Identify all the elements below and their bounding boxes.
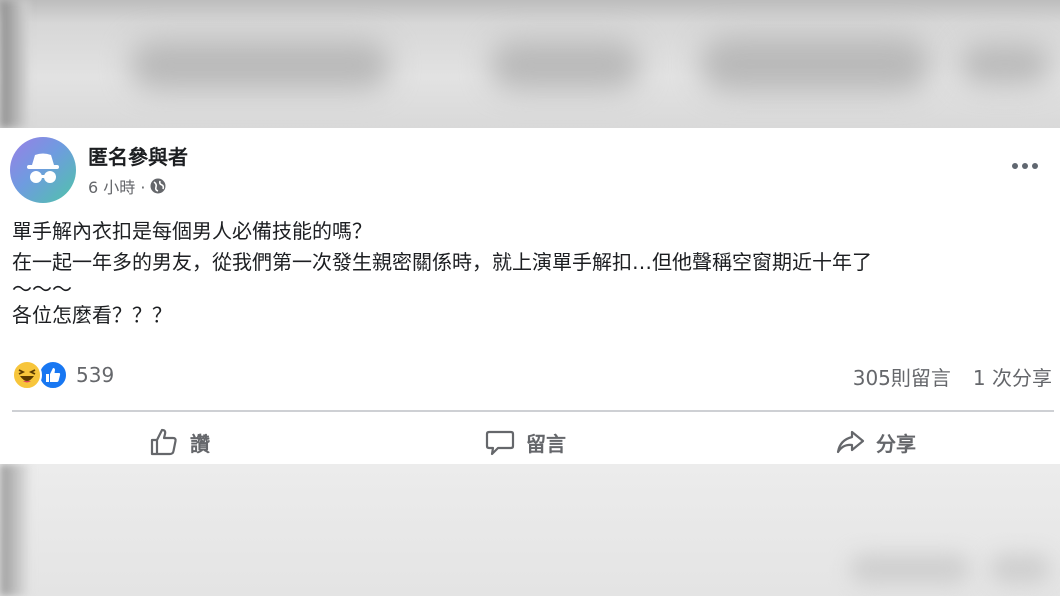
like-reaction-icon — [38, 360, 68, 390]
globe-icon — [150, 178, 166, 194]
incognito-icon — [27, 153, 59, 183]
share-button[interactable]: 分享 — [834, 424, 916, 460]
haha-reaction-icon — [12, 360, 42, 390]
more-options-button[interactable] — [1008, 154, 1042, 178]
like-label: 讚 — [190, 431, 210, 456]
share-arrow-icon — [836, 430, 865, 454]
post-timestamp[interactable]: 6 小時 · — [88, 174, 145, 198]
post-line: 各位怎麼看？？？ — [12, 303, 172, 327]
comment-label: 留言 — [526, 431, 566, 456]
post-meta: 6 小時 · — [88, 174, 167, 198]
post-line: 單手解內衣扣是每個男人必備技能的嗎？ — [12, 219, 372, 243]
reactions-summary[interactable]: 539 — [12, 360, 114, 390]
comment-button[interactable]: 留言 — [484, 424, 566, 460]
post-line: 在一起一年多的男友，從我們第一次發生親密關係時，就上演單手解扣…但他聲稱空窗期近… — [12, 250, 872, 274]
anonymous-avatar[interactable] — [10, 137, 76, 203]
actions-divider — [12, 410, 1054, 412]
ellipsis-icon — [1012, 163, 1038, 169]
share-label: 分享 — [876, 431, 916, 456]
share-count-link[interactable]: 1 次分享 — [973, 362, 1052, 391]
post-line: ～～～ — [12, 277, 72, 301]
blurred-background-top — [0, 0, 1060, 128]
post-author[interactable]: 匿名參與者 — [88, 141, 188, 170]
comment-bubble-icon — [485, 430, 515, 456]
post-stats: 305則留言 1 次分享 — [853, 362, 1052, 391]
facebook-post: 匿名參與者 6 小時 · 單手解內衣扣是每個男人必備技能的嗎？ 在一起一年多的男… — [0, 128, 1060, 464]
thumbs-up-icon — [150, 428, 177, 456]
comment-count-link[interactable]: 305則留言 — [853, 362, 951, 391]
like-button[interactable]: 讚 — [148, 424, 210, 460]
reaction-count: 539 — [76, 363, 115, 387]
blurred-background-bottom — [0, 464, 1060, 596]
post-body: 單手解內衣扣是每個男人必備技能的嗎？ 在一起一年多的男友，從我們第一次發生親密關… — [12, 216, 1052, 331]
